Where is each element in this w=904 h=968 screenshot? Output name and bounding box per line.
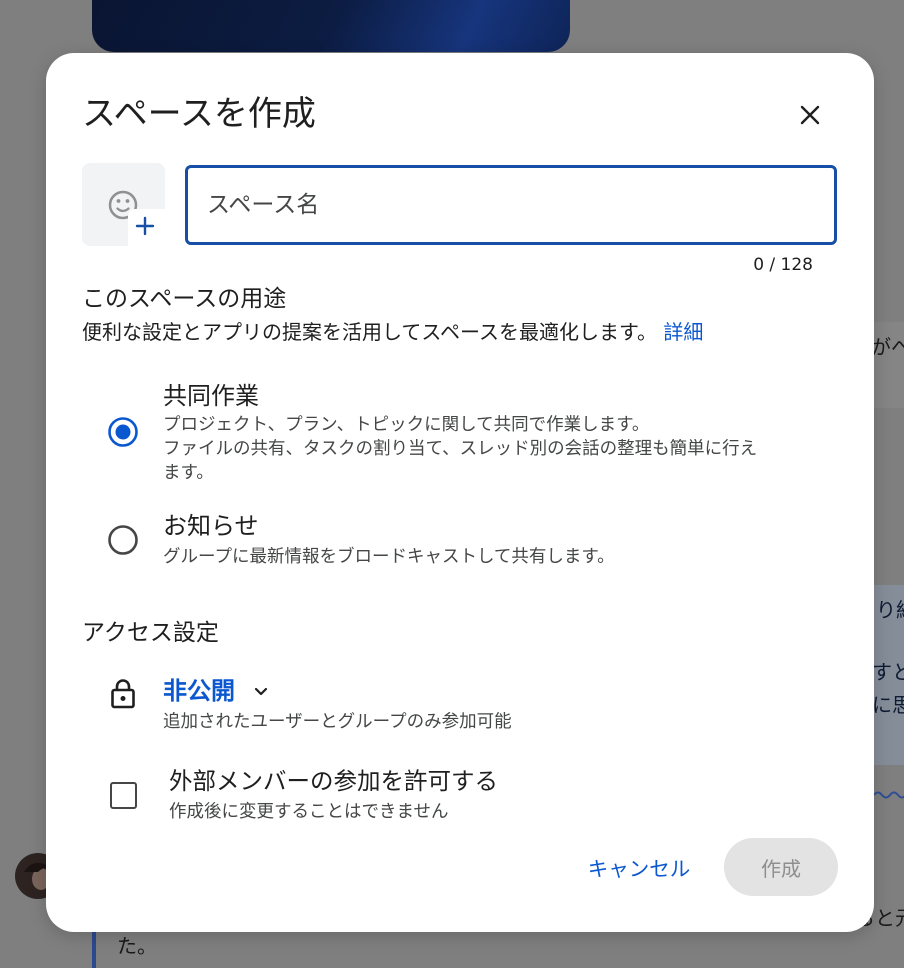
access-level-description: 追加されたユーザーとグループのみ参加可能 <box>163 712 512 732</box>
create-space-dialog: スペースを作成 0 / 128 このスペースの用途 便利な設定とアプリの提案を活… <box>46 53 874 932</box>
close-icon[interactable] <box>798 103 822 127</box>
cancel-button[interactable]: キャンセル <box>570 838 708 896</box>
lock-icon <box>111 679 135 709</box>
purpose-description: 便利な設定とアプリの提案を活用してスペースを最適化します。 詳細 <box>82 318 703 346</box>
allow-external-checkbox[interactable] <box>110 782 137 809</box>
emoji-picker-button[interactable] <box>82 163 165 246</box>
access-level-value: 非公開 <box>163 677 235 705</box>
access-heading: アクセス設定 <box>82 620 219 646</box>
option-description-line: プロジェクト、プラン、トピックに関して共同で作業します。 <box>163 415 650 435</box>
dialog-title: スペースを作成 <box>82 94 316 134</box>
allow-external-label[interactable]: 外部メンバーの参加を許可する <box>169 766 498 796</box>
chevron-down-icon <box>254 687 268 696</box>
radio-collaboration[interactable] <box>107 416 139 448</box>
background-wave-line <box>874 791 904 799</box>
purpose-description-text: 便利な設定とアプリの提案を活用してスペースを最適化します。 <box>82 320 657 344</box>
option-description-line: グループに最新情報をブロードキャストして共有します。 <box>163 547 615 567</box>
background-text: がへ <box>871 335 904 359</box>
background-text: に思 <box>872 693 904 717</box>
create-button[interactable]: 作成 <box>724 838 838 896</box>
option-collaboration-title[interactable]: 共同作業 <box>163 381 259 411</box>
learn-more-link[interactable]: 詳細 <box>663 320 703 344</box>
plus-icon <box>135 216 155 236</box>
background-text: すと <box>872 660 904 684</box>
option-collaboration-description: プロジェクト、プラン、トピックに関して共同で作業します。 ファイルの共有、タスク… <box>163 413 768 485</box>
background-text: り紹 <box>876 598 904 622</box>
purpose-heading: このスペースの用途 <box>82 286 287 312</box>
allow-external-note: 作成後に変更することはできません <box>169 802 449 822</box>
option-description-line: ファイルの共有、タスクの割り当て、スレッド別の会話の整理も簡単に行えます。 <box>163 439 758 483</box>
option-announcements-title[interactable]: お知らせ <box>163 511 259 541</box>
quote-bar <box>92 926 96 968</box>
access-level-dropdown[interactable]: 非公開 <box>163 676 269 706</box>
background-banner-image <box>92 0 570 52</box>
name-char-counter: 0 / 128 <box>753 255 813 275</box>
option-announcements-description: グループに最新情報をブロードキャストして共有します。 <box>163 545 768 569</box>
space-name-input[interactable] <box>185 165 837 245</box>
radio-announcements[interactable] <box>107 524 139 556</box>
background-text: た。 <box>117 934 157 958</box>
